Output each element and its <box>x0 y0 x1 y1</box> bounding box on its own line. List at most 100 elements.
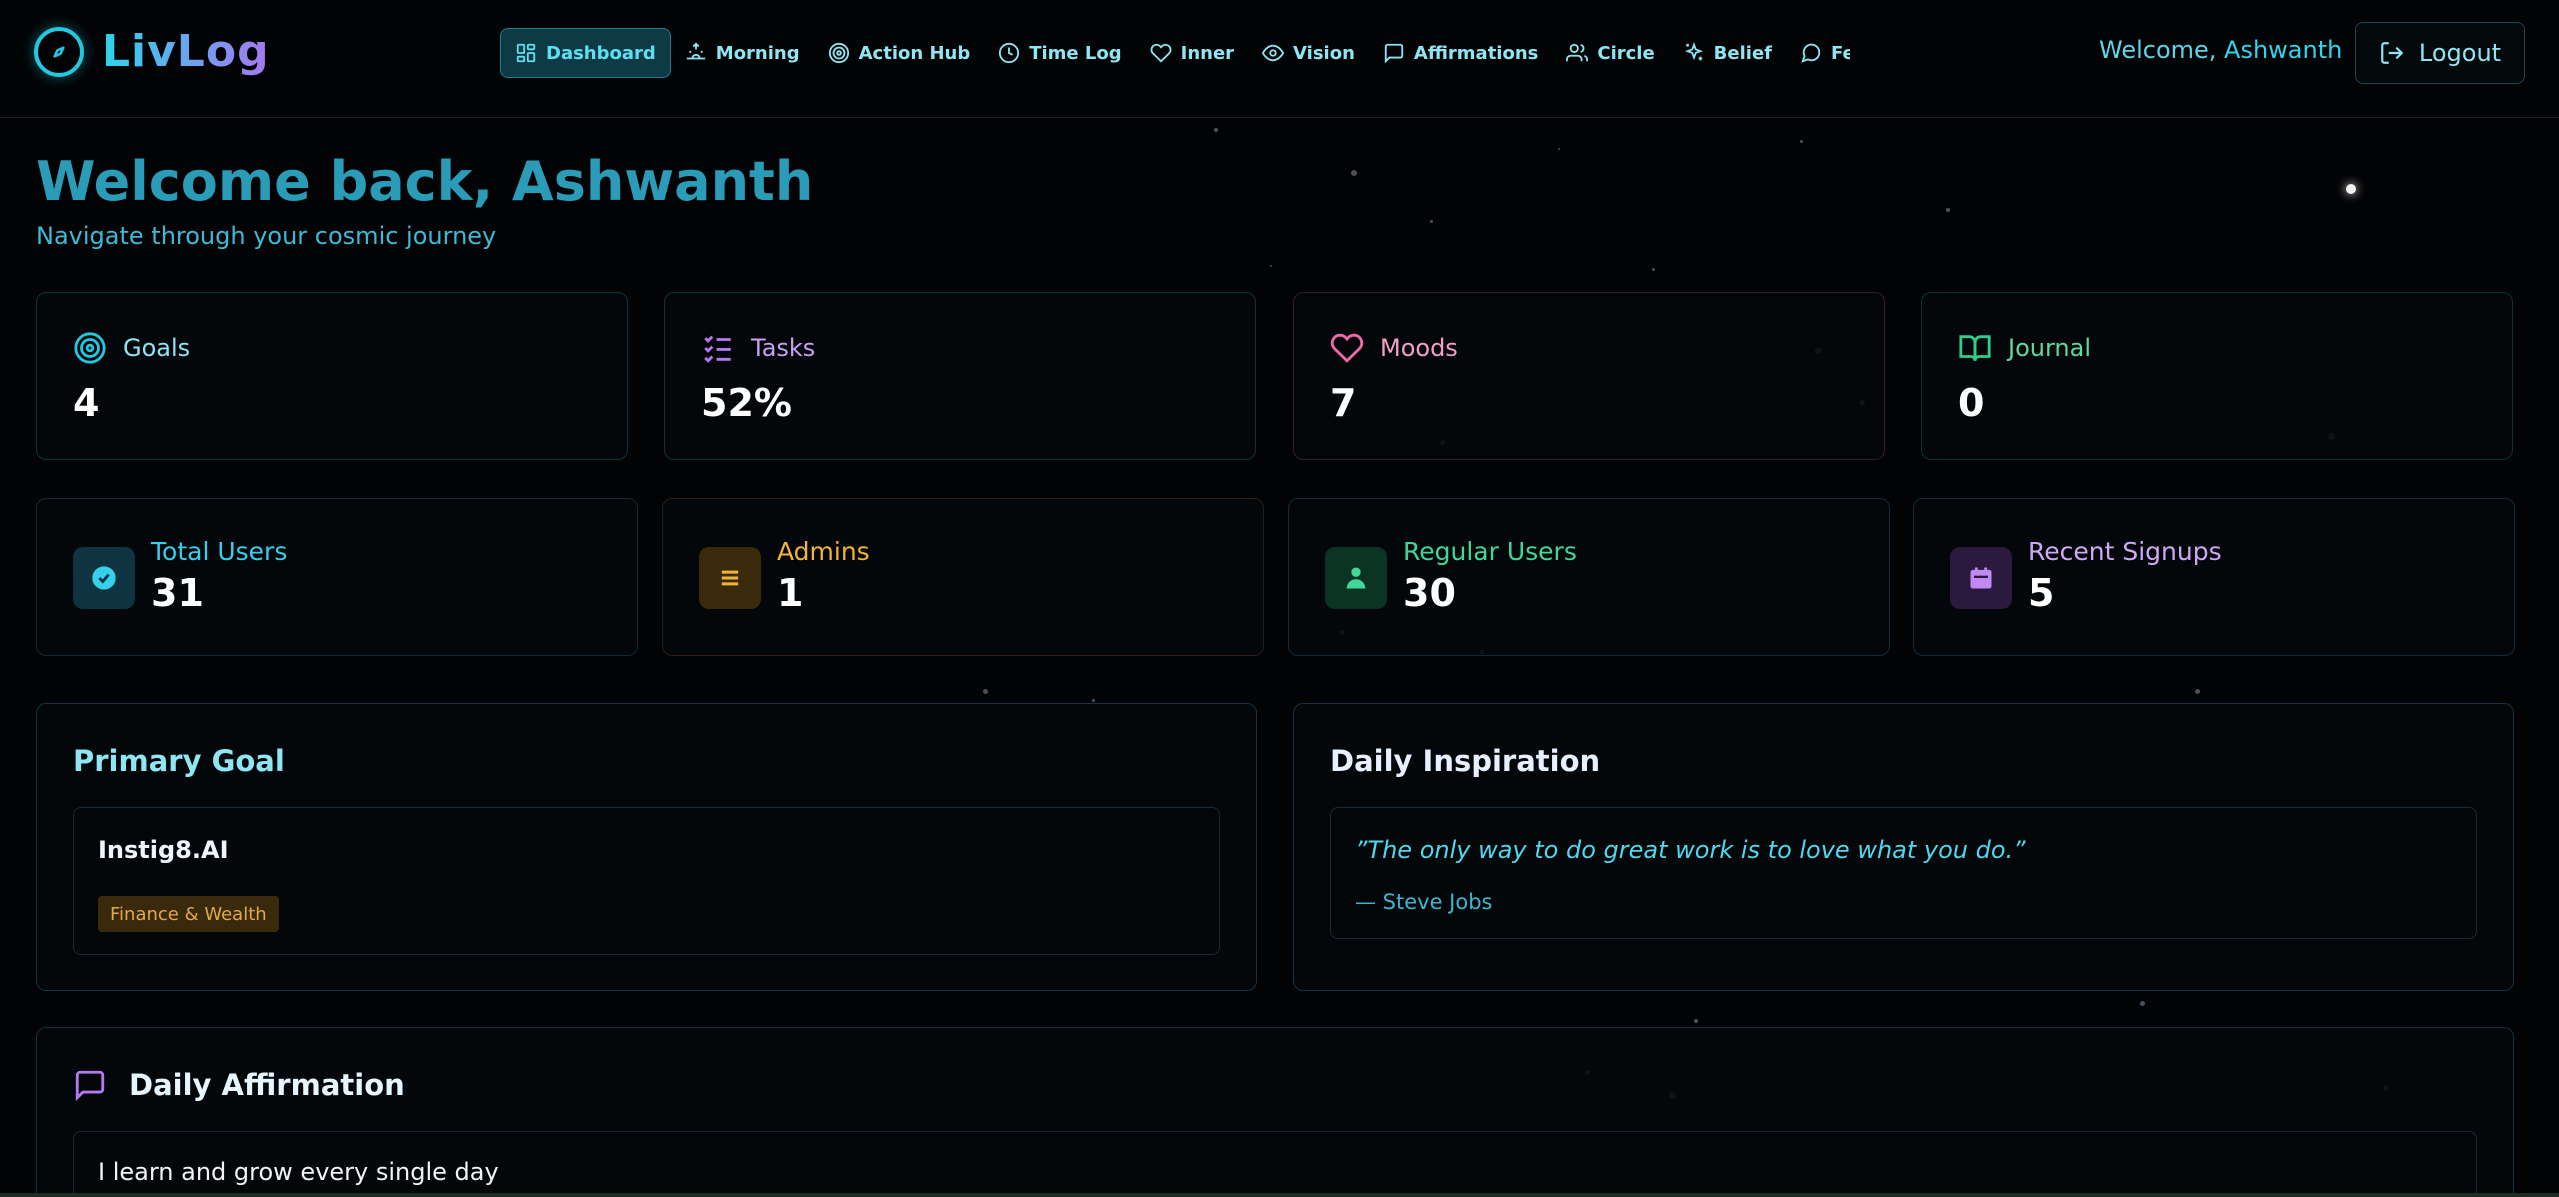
stat-card-journal[interactable]: Journal 0 <box>1921 292 2513 460</box>
nav-item-label: Dashboard <box>546 42 656 64</box>
star <box>1800 140 1803 143</box>
goal-category-tag: Finance & Wealth <box>98 896 279 932</box>
nav-item-label: Feedback <box>1830 42 1850 64</box>
nav-item-label: Circle <box>1597 42 1655 64</box>
star <box>2140 1001 2145 1006</box>
nav-item-label: Morning <box>715 42 800 64</box>
compass-icon <box>34 26 84 77</box>
badge-check-icon <box>92 566 116 590</box>
stat-value: 7 <box>1330 381 1357 425</box>
star <box>1652 268 1655 271</box>
daily-inspiration-panel: Daily Inspiration ”The only way to do gr… <box>1293 703 2514 991</box>
logout-icon <box>2381 42 2404 64</box>
welcome-username: Ashwanth <box>2224 36 2343 64</box>
welcome-message: Welcome, Ashwanth <box>2099 36 2342 64</box>
star <box>1694 1019 1698 1023</box>
page-subtitle: Navigate through your cosmic journey <box>36 222 497 250</box>
nav-item-action-hub[interactable]: Action Hub <box>814 28 985 78</box>
stat-value: 1 <box>777 571 804 615</box>
daily-affirmation-panel: Daily Affirmation I learn and grow every… <box>36 1027 2514 1197</box>
heart-icon <box>1150 43 1172 63</box>
target-icon <box>828 42 849 64</box>
nav-menu: Dashboard Morning Action Hub Time Log In… <box>500 28 1850 78</box>
stat-card-recent-signups[interactable]: Recent Signups 5 <box>1913 498 2515 656</box>
nav-item-label: Time Log <box>1029 42 1122 64</box>
quote-box: ”The only way to do great work is to lov… <box>1330 807 2477 939</box>
nav-item-vision[interactable]: Vision <box>1248 28 1369 78</box>
welcome-prefix: Welcome, <box>2099 36 2225 64</box>
logout-label: Logout <box>2418 39 2502 67</box>
stat-label: Recent Signups <box>2028 537 2222 566</box>
stat-card-admins[interactable]: Admins 1 <box>662 498 1264 656</box>
brand-name: LivLog <box>102 26 270 77</box>
stat-label: Goals <box>123 334 191 362</box>
message-icon <box>75 1070 105 1102</box>
book-icon <box>1959 335 1991 362</box>
star <box>2195 689 2200 694</box>
dashboard-icon <box>516 43 536 63</box>
star <box>1270 265 1272 267</box>
star <box>1430 220 1433 223</box>
target-icon <box>74 332 106 364</box>
top-navbar: LivLog Dashboard Morning Action Hub Time… <box>0 0 2559 118</box>
panel-title: Daily Inspiration <box>1330 744 1601 778</box>
stat-card-moods[interactable]: Moods 7 <box>1293 292 1885 460</box>
menu-icon <box>721 570 739 586</box>
nav-item-circle[interactable]: Circle <box>1552 28 1668 78</box>
nav-item-label: Belief <box>1713 42 1772 64</box>
sparkles-icon <box>1684 42 1703 61</box>
panel-title: Daily Affirmation <box>129 1068 405 1102</box>
nav-item-label: Inner <box>1180 42 1235 64</box>
nav-item-inner[interactable]: Inner <box>1136 28 1248 78</box>
primary-goal-panel: Primary Goal Instig8.AI Finance & Wealth <box>36 703 1257 991</box>
stat-label: Admins <box>777 537 870 566</box>
stat-card-tasks[interactable]: Tasks 52% <box>664 292 1256 460</box>
footer-divider <box>0 1193 2559 1197</box>
chat-icon <box>1801 43 1821 63</box>
stat-value: 0 <box>1958 381 1985 425</box>
nav-item-belief[interactable]: Belief <box>1669 28 1786 78</box>
nav-item-label: Affirmations <box>1413 42 1539 64</box>
eye-icon <box>1262 44 1285 62</box>
stat-card-total-users[interactable]: Total Users 31 <box>36 498 638 656</box>
heart-icon <box>1330 333 1364 363</box>
quote-text: ”The only way to do great work is to lov… <box>1355 836 2026 864</box>
stat-value: 4 <box>73 381 100 425</box>
affirmation-box: I learn and grow every single day <box>73 1131 2477 1197</box>
stat-label: Journal <box>2008 334 2092 362</box>
user-icon <box>1346 567 1366 589</box>
goal-item[interactable]: Instig8.AI Finance & Wealth <box>73 807 1220 955</box>
star <box>1558 148 1560 150</box>
stat-card-goals[interactable]: Goals 4 <box>36 292 628 460</box>
star <box>1351 170 1357 176</box>
nav-item-morning[interactable]: Morning <box>671 28 814 78</box>
panel-title: Primary Goal <box>73 744 285 778</box>
star <box>1946 208 1950 212</box>
stat-value: 5 <box>2028 571 2055 615</box>
stat-label: Regular Users <box>1403 537 1577 566</box>
goal-name: Instig8.AI <box>98 836 229 864</box>
affirmation-text: I learn and grow every single day <box>98 1158 499 1186</box>
nav-item-feedback[interactable]: Feedback <box>1786 28 1850 78</box>
users-icon <box>1566 43 1589 62</box>
calendar-icon <box>1970 567 1992 589</box>
logout-button[interactable]: Logout <box>2355 22 2525 84</box>
message-icon <box>1384 43 1404 64</box>
star <box>1214 128 1218 132</box>
stat-label: Tasks <box>751 334 816 362</box>
stat-card-regular-users[interactable]: Regular Users 30 <box>1288 498 1890 656</box>
nav-item-time-log[interactable]: Time Log <box>984 28 1135 78</box>
nav-item-affirmations[interactable]: Affirmations <box>1369 28 1552 78</box>
stat-label: Total Users <box>151 537 288 566</box>
brand[interactable]: LivLog <box>34 26 270 77</box>
stat-value: 31 <box>151 571 204 615</box>
nav-item-dashboard[interactable]: Dashboard <box>500 28 671 78</box>
stat-value: 30 <box>1403 571 1456 615</box>
star <box>2346 184 2356 194</box>
quote-author: — Steve Jobs <box>1355 890 1493 914</box>
sunrise-icon <box>686 42 705 60</box>
nav-item-label: Vision <box>1293 42 1355 64</box>
star <box>1092 699 1095 702</box>
page-title: Welcome back, Ashwanth <box>36 150 814 213</box>
nav-item-label: Action Hub <box>858 42 971 64</box>
